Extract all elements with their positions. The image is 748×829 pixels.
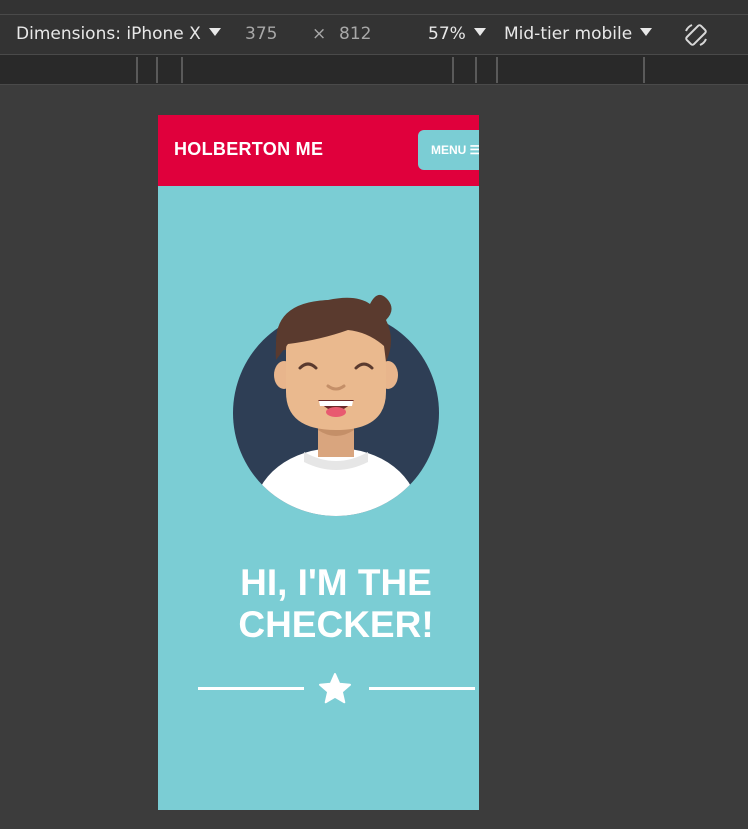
hero-title: HI, I'M THE CHECKER! (158, 562, 479, 646)
zoom-dropdown[interactable]: 57% (428, 24, 486, 44)
star-icon (319, 673, 351, 704)
throttling-dropdown[interactable]: Mid-tier mobile (504, 24, 653, 44)
hero-title-line-1: HI, I'M THE (240, 562, 432, 603)
ruler-tick (156, 57, 158, 83)
divider-line-left (198, 687, 304, 690)
ruler-tick (181, 57, 183, 83)
menu-button[interactable]: MENU ☰ (418, 130, 479, 170)
divider-line-right (369, 687, 475, 690)
dimensions-dropdown[interactable]: Dimensions: iPhone X (16, 24, 221, 44)
width-input[interactable]: 375 (245, 24, 277, 44)
device-viewport: HOLBERTON ME MENU ☰ HI, I'M THE CHECKER! (158, 115, 479, 810)
media-query-ruler (0, 55, 748, 85)
height-input[interactable]: 812 (339, 24, 371, 44)
ruler-tick (643, 57, 645, 83)
hero-title-line-2: CHECKER! (238, 604, 434, 645)
avatar (233, 294, 439, 516)
chevron-down-icon (208, 28, 221, 36)
rotate-icon[interactable] (682, 21, 710, 49)
devtools-top-strip (0, 0, 748, 15)
device-toolbar: Dimensions: iPhone X 375 × 812 57% Mid-t… (0, 15, 748, 55)
dimensions-label: Dimensions: iPhone X (16, 24, 201, 44)
throttling-label: Mid-tier mobile (504, 24, 633, 44)
ruler-tick (475, 57, 477, 83)
site-header: HOLBERTON ME MENU ☰ (158, 115, 479, 186)
chevron-down-icon (473, 28, 486, 36)
ruler-tick (136, 57, 138, 83)
chevron-down-icon (640, 28, 653, 36)
ruler-tick (452, 57, 454, 83)
brand-logo-text[interactable]: HOLBERTON ME (174, 139, 323, 160)
zoom-label: 57% (428, 24, 466, 44)
ruler-tick (496, 57, 498, 83)
times-sign: × (312, 24, 327, 44)
